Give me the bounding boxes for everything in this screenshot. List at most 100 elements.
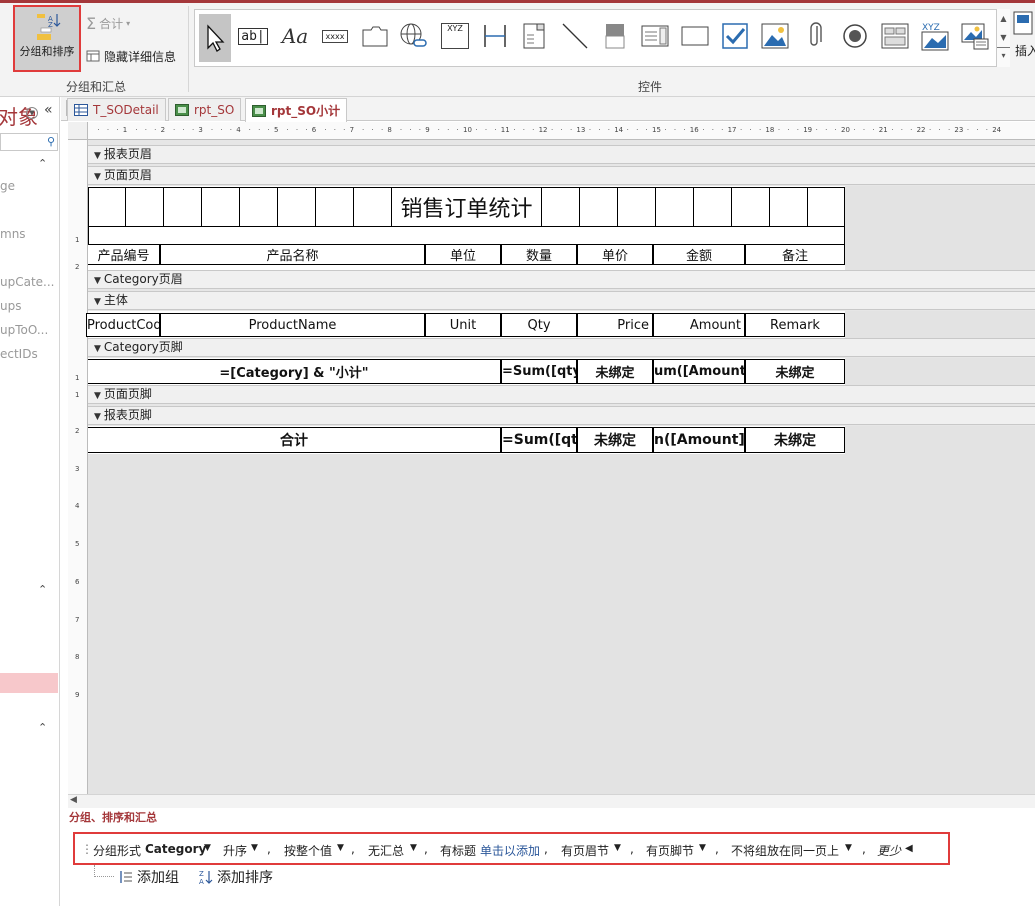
button-icon[interactable]: xxxx	[319, 18, 351, 54]
total-remark[interactable]: 未绑定	[745, 427, 845, 453]
nav-search-input[interactable]: ⚲	[0, 133, 58, 151]
detail-field[interactable]: Qty	[501, 313, 577, 337]
detail-field[interactable]: Price	[577, 313, 653, 337]
insert-button[interactable]: 插入	[1012, 10, 1035, 58]
section-bar-report-header[interactable]: ▼ 报表页眉	[88, 145, 1035, 164]
image-icon[interactable]	[759, 18, 791, 54]
report-title[interactable]: 销售订单统计	[391, 187, 542, 227]
section-bar-report-footer[interactable]: ▼ 报表页脚	[88, 406, 1035, 425]
totals-button[interactable]: Σ 合计 ▾	[86, 14, 130, 33]
nav-section-collapse-icon[interactable]: ⌃	[38, 583, 47, 596]
tab-t-sodetail[interactable]: T_SODetail	[67, 98, 166, 121]
keep-together-dropdown[interactable]: 不将组放在同一页上	[731, 842, 839, 859]
section-bar-category-header[interactable]: ▼ Category页眉	[88, 270, 1035, 289]
nav-item[interactable]: ge	[0, 179, 15, 193]
list-box-icon[interactable]	[639, 18, 671, 54]
bound-object-frame-icon[interactable]: XYZ	[919, 18, 951, 54]
gallery-scrollbar[interactable]: ▲ ▼ ▾	[996, 9, 1010, 67]
subtotal-label[interactable]: =[Category] & "小计"	[88, 359, 501, 384]
line-icon[interactable]	[559, 18, 591, 54]
header-cell[interactable]: 产品编号	[88, 244, 160, 265]
detail-field[interactable]: Unit	[425, 313, 501, 337]
total-price[interactable]: 未绑定	[577, 427, 653, 453]
check-box-icon[interactable]	[719, 18, 751, 54]
chevron-down-icon[interactable]: ▼	[614, 843, 621, 853]
group-field-dropdown[interactable]: Category	[145, 842, 206, 856]
section-bar-page-footer[interactable]: ▼ 页面页脚	[88, 385, 1035, 404]
group-interval-dropdown[interactable]: 按整个值	[284, 842, 332, 859]
toggle-button-icon[interactable]	[599, 18, 631, 54]
subtotal-amount[interactable]: um([Amount])	[653, 359, 745, 384]
header-cell[interactable]: 金额	[653, 244, 745, 265]
nav-collapse-icon[interactable]: «	[44, 102, 53, 118]
total-label[interactable]: 合计	[88, 427, 501, 453]
add-sort-button[interactable]: ZA 添加排序	[199, 867, 273, 887]
hide-details-button[interactable]: 隐藏详细信息	[86, 47, 176, 65]
hide-details-label: 隐藏详细信息	[104, 49, 177, 64]
nav-item[interactable]: upToO...	[0, 323, 48, 337]
insert-image-icon[interactable]	[959, 18, 991, 54]
less-options-link[interactable]: 更少	[877, 842, 901, 859]
chevron-down-icon[interactable]: ▼	[251, 843, 258, 853]
nav-item[interactable]: ectIDs	[0, 347, 38, 361]
footer-section-dropdown[interactable]: 有页脚节	[646, 842, 694, 859]
page-break-icon[interactable]	[479, 18, 511, 54]
subtotal-remark[interactable]: 未绑定	[745, 359, 845, 384]
drag-handle-icon[interactable]: ⋮	[81, 842, 93, 856]
text-box-icon[interactable]: ab|	[237, 18, 269, 54]
subtotal-price[interactable]: 未绑定	[577, 359, 653, 384]
detail-field[interactable]: Remark	[745, 313, 845, 337]
subform-icon[interactable]	[879, 18, 911, 54]
chart-icon[interactable]: XYZ	[439, 18, 471, 54]
group-and-sort-button[interactable]: A Z 分组和排序	[13, 5, 81, 72]
nav-section-collapse-icon[interactable]: ⌃	[38, 157, 47, 170]
header-cell[interactable]: 备注	[745, 244, 845, 265]
report-selector[interactable]	[68, 122, 88, 140]
scroll-left-icon[interactable]: ◀	[70, 795, 77, 805]
attachment-icon[interactable]	[799, 18, 831, 54]
nav-item[interactable]: upCate...	[0, 275, 55, 289]
collapse-left-icon[interactable]: ◀	[905, 843, 913, 854]
detail-field[interactable]: ProductName	[160, 313, 425, 337]
title-add-link[interactable]: 单击以添加	[480, 842, 540, 859]
header-section-dropdown[interactable]: 有页眉节	[561, 842, 609, 859]
nav-dropdown-icon[interactable]: ▼	[26, 107, 38, 119]
section-bar-page-header[interactable]: ▼ 页面页眉	[88, 166, 1035, 185]
rectangle-icon[interactable]	[679, 18, 711, 54]
sort-order-dropdown[interactable]: 升序	[223, 842, 247, 859]
tab-control-icon[interactable]	[359, 18, 391, 54]
chevron-down-icon[interactable]: ▼	[204, 843, 211, 853]
section-bar-category-footer[interactable]: ▼ Category页脚	[88, 338, 1035, 357]
horizontal-scrollbar[interactable]: ◀	[68, 794, 1035, 808]
ruler-tick-mark: ·	[825, 126, 828, 134]
hyperlink-icon[interactable]	[398, 18, 430, 54]
chevron-down-icon[interactable]: ▼	[845, 843, 852, 853]
nav-item[interactable]: ups	[0, 299, 21, 313]
nav-item[interactable]: mns	[0, 227, 26, 241]
header-cell[interactable]: 产品名称	[160, 244, 425, 265]
section-bar-detail[interactable]: ▼ 主体	[88, 291, 1035, 310]
header-cell[interactable]: 单价	[577, 244, 653, 265]
chevron-down-icon[interactable]: ▼	[699, 843, 706, 853]
ruler-tick-mark: ·	[815, 126, 818, 134]
nav-section-collapse-icon[interactable]: ⌃	[38, 721, 47, 734]
detail-field[interactable]: Amount	[653, 313, 745, 337]
detail-field[interactable]: ProductCod	[86, 313, 160, 337]
chevron-down-icon[interactable]: ▼	[410, 843, 417, 853]
totals-dropdown[interactable]: 无汇总	[368, 842, 404, 859]
subtotal-qty[interactable]: =Sum([qty]	[501, 359, 577, 384]
label-icon[interactable]: Aa	[279, 18, 311, 54]
combo-box-icon[interactable]	[518, 18, 550, 54]
tab-rpt-so-subtotal[interactable]: rpt_SO小计	[245, 98, 348, 122]
header-cell[interactable]: 数量	[501, 244, 577, 265]
chevron-down-icon[interactable]: ▼	[337, 843, 344, 853]
option-button-icon[interactable]	[839, 18, 871, 54]
add-group-button[interactable]: 添加组	[119, 867, 179, 887]
nav-item-selected[interactable]	[0, 673, 58, 693]
total-qty[interactable]: =Sum([qt	[501, 427, 577, 453]
tab-rpt-so[interactable]: rpt_SO	[168, 98, 242, 121]
header-cell[interactable]: 单位	[425, 244, 501, 265]
total-amount[interactable]: n([Amount])	[653, 427, 745, 453]
ruler-tick-label: 12	[538, 126, 548, 134]
select-pointer-icon[interactable]	[199, 14, 231, 62]
